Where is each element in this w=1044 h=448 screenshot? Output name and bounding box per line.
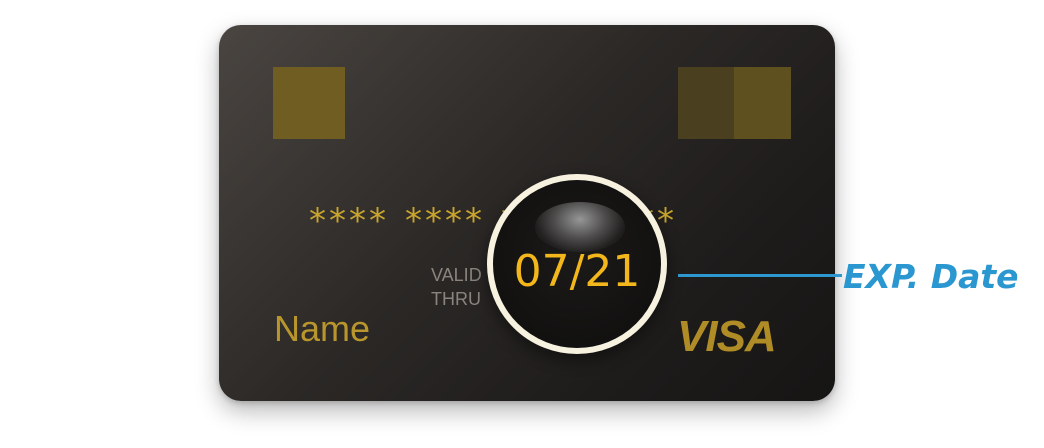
visa-logo: VISA bbox=[677, 312, 777, 361]
valid-label-line2: THRU bbox=[431, 289, 481, 309]
chip-icon bbox=[273, 67, 345, 139]
illustration: **************** VALID THRU Name VISA 07… bbox=[0, 0, 1044, 448]
brand-square-left bbox=[678, 67, 734, 139]
brand-square-right bbox=[734, 67, 791, 139]
expiry-date: 07/21 bbox=[513, 246, 641, 297]
valid-thru-label: VALID THRU bbox=[431, 263, 482, 311]
callout-line bbox=[678, 274, 842, 277]
brand-squares-icon bbox=[678, 67, 791, 139]
valid-label-line1: VALID bbox=[431, 265, 482, 285]
card-number-group: **** bbox=[309, 201, 389, 241]
magnifier-lens: 07/21 bbox=[487, 174, 667, 354]
card-number-group: **** bbox=[405, 201, 485, 241]
cardholder-name: Name bbox=[274, 308, 371, 349]
lens-glare bbox=[535, 202, 625, 252]
callout-label: EXP. Date bbox=[843, 257, 1019, 296]
